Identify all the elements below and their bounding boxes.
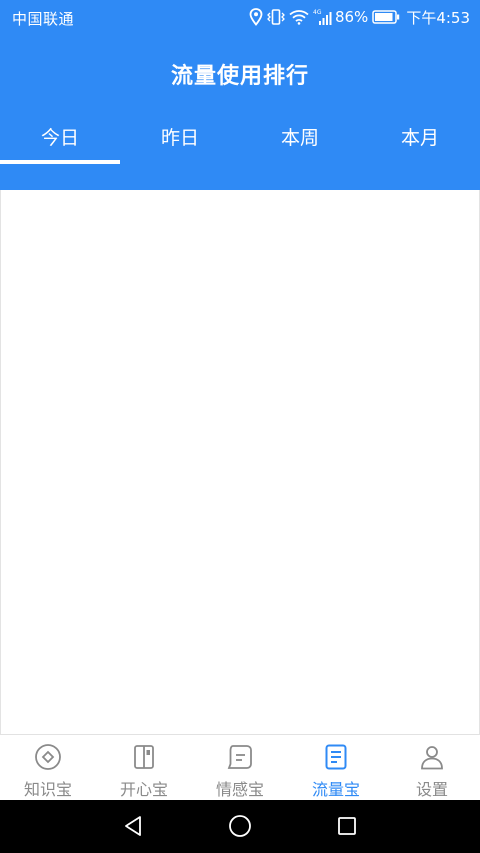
period-tabs: 今日 昨日 本周 本月 (0, 118, 480, 164)
page-title: 流量使用排行 (170, 64, 309, 89)
carrier-name: 中国联通 (12, 10, 75, 28)
document-list-icon (321, 742, 351, 772)
wifi-icon (289, 9, 309, 25)
tab-today[interactable]: 今日 (0, 118, 120, 164)
battery-percent: 86% (334, 8, 369, 26)
nav-label-knowledge: 知识宝 (23, 780, 72, 799)
tab-yesterday[interactable]: 昨日 (120, 118, 240, 164)
book-icon (129, 742, 159, 772)
nav-item-traffic[interactable]: 流量宝 (288, 735, 384, 800)
coin-circle-icon (33, 742, 63, 772)
network-type-label: 4G (313, 9, 322, 16)
status-icons: 4G 86% 下午4:53 (245, 6, 470, 28)
back-icon[interactable] (118, 811, 148, 841)
nav-item-emotion[interactable]: 情感宝 (192, 735, 288, 800)
clock-time: 下午4:53 (406, 8, 470, 27)
home-icon[interactable] (225, 811, 255, 841)
system-navigation-bar (0, 800, 480, 853)
ranking-content-area (0, 190, 480, 734)
nav-label-emotion: 情感宝 (215, 780, 264, 799)
tab-this-week[interactable]: 本周 (240, 118, 360, 164)
person-icon (417, 742, 447, 772)
nav-item-knowledge[interactable]: 知识宝 (0, 735, 96, 800)
recents-icon[interactable] (332, 811, 362, 841)
nav-label-happy: 开心宝 (119, 780, 168, 799)
nav-label-settings: 设置 (415, 780, 448, 799)
nav-item-settings[interactable]: 设置 (384, 735, 480, 800)
location-icon (249, 8, 263, 26)
tab-this-month[interactable]: 本月 (360, 118, 480, 164)
status-bar: 中国联通 4G 86% 下午4:53 (0, 0, 480, 34)
header-bar: 中国联通 4G 86% 下午4:53 流量使用排行 今日 昨日 本周 本月 (0, 0, 480, 190)
nav-item-happy[interactable]: 开心宝 (96, 735, 192, 800)
signal-icon: 4G (313, 8, 333, 26)
nav-label-traffic: 流量宝 (311, 780, 360, 799)
bottom-navigation: 知识宝 开心宝 情感宝 流量宝 设置 (0, 734, 480, 800)
note-icon (225, 742, 255, 772)
battery-icon (372, 10, 400, 24)
vibrate-icon (267, 8, 285, 26)
